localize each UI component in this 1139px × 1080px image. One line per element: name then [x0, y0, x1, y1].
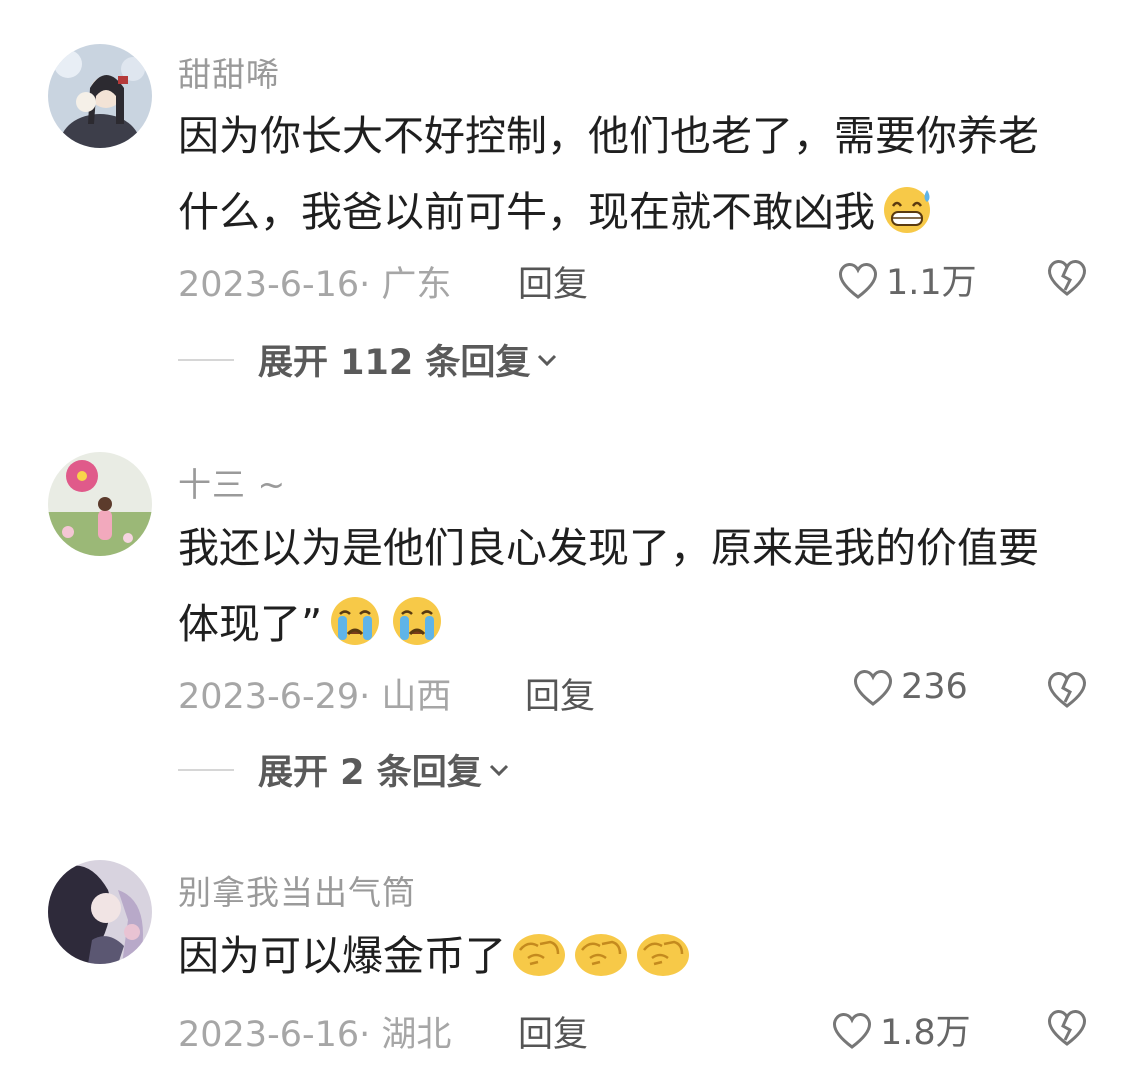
username[interactable]: 别拿我当出气筒 — [178, 866, 416, 914]
comment-date-location: 2023-6-16· 湖北 — [178, 1015, 452, 1055]
comment-item: 别拿我当出气筒 因为可以爆金币了 2023-6-16· 湖北 回复 1.8万 — [0, 0, 1139, 1080]
broken-heart-icon — [1048, 1010, 1086, 1046]
like-count: 1.8万 — [880, 1013, 971, 1053]
comment-text: 因为可以爆金币了 — [178, 918, 1108, 1002]
fist-bump-emoji — [634, 926, 692, 1002]
comment-text-line-content: 因为可以爆金币了 — [178, 932, 506, 980]
heart-outline-icon — [833, 1012, 871, 1049]
dislike-button[interactable] — [1044, 1006, 1090, 1052]
like-button[interactable]: 1.8万 — [830, 1004, 971, 1055]
reply-button[interactable]: 回复 — [518, 1006, 588, 1057]
avatar[interactable] — [48, 860, 152, 964]
avatar-image — [48, 860, 152, 964]
fist-bump-emoji — [510, 926, 568, 1002]
fist-bump-emoji — [572, 926, 630, 1002]
comment-text-line: 因为可以爆金币了 — [178, 918, 1108, 1002]
